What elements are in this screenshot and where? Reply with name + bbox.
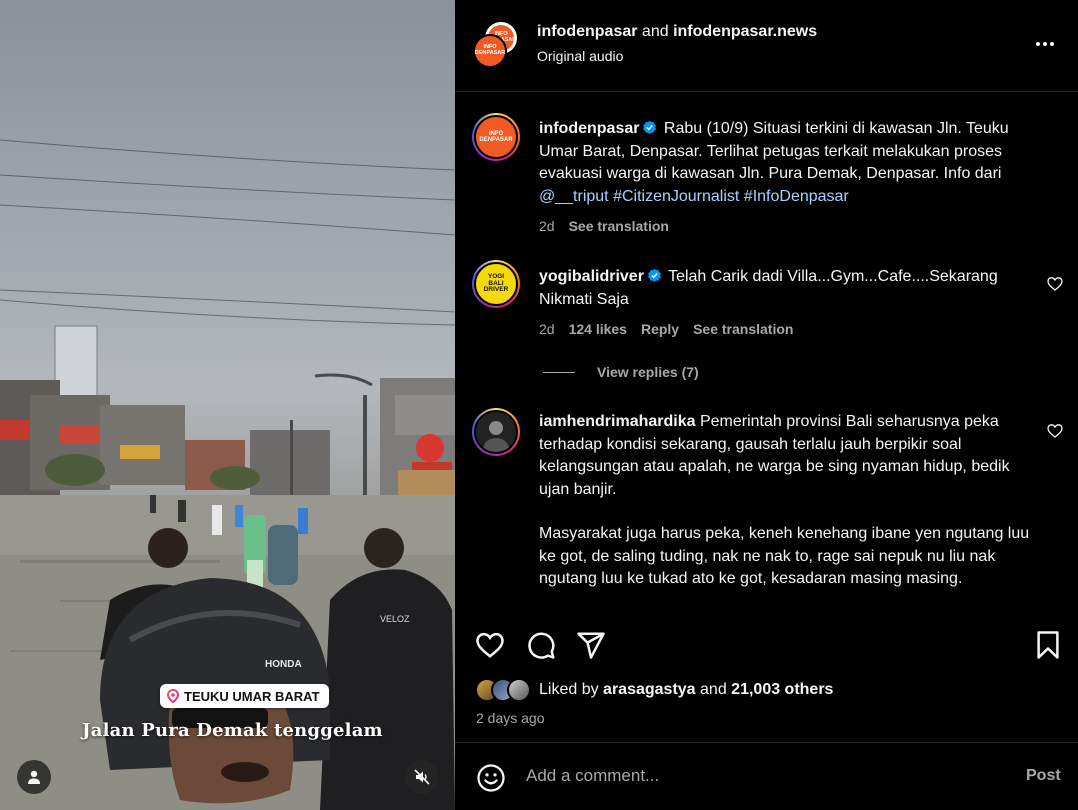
view-replies-label: View replies (7) xyxy=(597,364,699,380)
see-translation-link[interactable]: See translation xyxy=(693,321,793,337)
comment-avatar[interactable]: YOGI BALI DRIVER xyxy=(472,260,520,308)
authors-conjunction: and xyxy=(641,23,669,40)
person-icon xyxy=(28,770,40,784)
like-heart-icon[interactable] xyxy=(475,630,505,660)
avatar-infodenpasar[interactable]: INFO DENPASAR xyxy=(473,34,507,68)
more-options-button[interactable] xyxy=(1033,34,1057,54)
avatar-logo-text: INFO DENPASAR xyxy=(474,44,506,56)
mute-button[interactable] xyxy=(405,760,439,794)
post-actions xyxy=(455,612,1078,662)
comment-username[interactable]: iamhendrimahardika xyxy=(539,413,696,430)
user-photo-icon xyxy=(476,412,516,452)
liker-avatar xyxy=(507,678,531,702)
save-bookmark-icon[interactable] xyxy=(1033,630,1063,660)
original-audio-link[interactable]: Original audio xyxy=(537,48,623,64)
avatar-logo-text: YOGI BALI DRIVER xyxy=(483,272,509,294)
liked-by-others[interactable]: 21,003 others xyxy=(731,681,833,699)
emoji-icon[interactable] xyxy=(476,763,506,793)
caption-meta: 2d See translation xyxy=(539,218,669,234)
post-timestamp[interactable]: 2 days ago xyxy=(476,710,545,726)
caption-hashtag[interactable]: #CitizenJournalist xyxy=(613,188,739,205)
comments-list[interactable]: INFO DENPASAR infodenpasar Rabu (10/9) S… xyxy=(455,93,1078,611)
replies-divider-line xyxy=(543,371,575,373)
liker-avatars xyxy=(475,678,531,702)
like-comment-heart-icon[interactable] xyxy=(1047,276,1063,292)
post-caption: infodenpasar Rabu (10/9) Situasi terkini… xyxy=(539,118,1039,208)
author-link-infodenpasar-news[interactable]: infodenpasar.news xyxy=(673,23,817,40)
caption-avatar[interactable]: INFO DENPASAR xyxy=(472,113,520,161)
comment-composer: Post xyxy=(455,742,1078,810)
comment-text-block: iamhendrimahardika Pemerintah provinsi B… xyxy=(539,411,1039,591)
post-authors: infodenpasar and infodenpasar.news xyxy=(537,23,817,41)
post-details-panel: INFO DENPASAR INFO DENPASAR infodenpasar… xyxy=(455,0,1078,810)
reply-button[interactable]: Reply xyxy=(641,321,679,337)
helmet-brand-text: HONDA xyxy=(265,659,302,670)
like-comment-heart-icon[interactable] xyxy=(1047,423,1063,439)
caption-username[interactable]: infodenpasar xyxy=(539,120,639,137)
post-comment-button[interactable]: Post xyxy=(1026,767,1061,785)
comment-bubble-icon[interactable] xyxy=(526,630,556,660)
comment-meta: 2d 124 likes Reply See translation xyxy=(539,321,793,337)
video-caption-overlay: Jalan Pura Demak tenggelam xyxy=(82,720,383,741)
more-dot-icon xyxy=(1050,42,1054,46)
more-dot-icon xyxy=(1043,42,1047,46)
comment-likes-count[interactable]: 124 likes xyxy=(569,321,627,337)
location-sticker: TEUKU UMAR BARAT xyxy=(160,684,329,708)
jacket-text: VELOZ xyxy=(380,614,410,624)
comment-username[interactable]: yogibalidriver xyxy=(539,268,644,285)
location-sticker-text: TEUKU UMAR BARAT xyxy=(184,688,320,704)
more-dot-icon xyxy=(1036,42,1040,46)
speaker-muted-icon xyxy=(414,769,430,785)
add-comment-input[interactable] xyxy=(526,766,986,786)
collab-avatars[interactable]: INFO DENPASAR INFO DENPASAR xyxy=(473,22,519,68)
verified-badge-icon xyxy=(643,120,657,134)
liked-by-and: and xyxy=(700,681,727,698)
view-replies-button[interactable]: View replies (7) xyxy=(543,364,699,380)
comment-time[interactable]: 2d xyxy=(539,321,555,337)
caption-time[interactable]: 2d xyxy=(539,218,555,234)
likes-summary[interactable]: Liked by arasagastya and 21,003 others xyxy=(475,678,833,702)
caption-hashtag[interactable]: #InfoDenpasar xyxy=(744,188,849,205)
liked-by-label: Liked by xyxy=(539,681,599,698)
post-video[interactable]: VELOZ HONDA TEUKU UMAR BARAT Jalan Pura … xyxy=(0,0,455,810)
avatar-logo-text: INFO DENPASAR xyxy=(479,130,513,143)
see-translation-link[interactable]: See translation xyxy=(569,218,669,234)
author-link-infodenpasar[interactable]: infodenpasar xyxy=(537,23,637,40)
liked-by-user[interactable]: arasagastya xyxy=(603,681,696,699)
comment-text-continued: Masyarakat juga harus peka, keneh keneha… xyxy=(539,525,1030,587)
tags-button[interactable] xyxy=(17,760,51,794)
comment-avatar[interactable] xyxy=(472,408,520,456)
share-send-icon[interactable] xyxy=(576,630,606,660)
caption-mention[interactable]: @__triput xyxy=(539,188,609,205)
comment-text-block: yogibalidriver Telah Carik dadi Villa...… xyxy=(539,266,1039,311)
post-header: INFO DENPASAR INFO DENPASAR infodenpasar… xyxy=(455,0,1078,92)
verified-badge-icon xyxy=(647,268,661,282)
location-pin-icon xyxy=(166,689,180,703)
